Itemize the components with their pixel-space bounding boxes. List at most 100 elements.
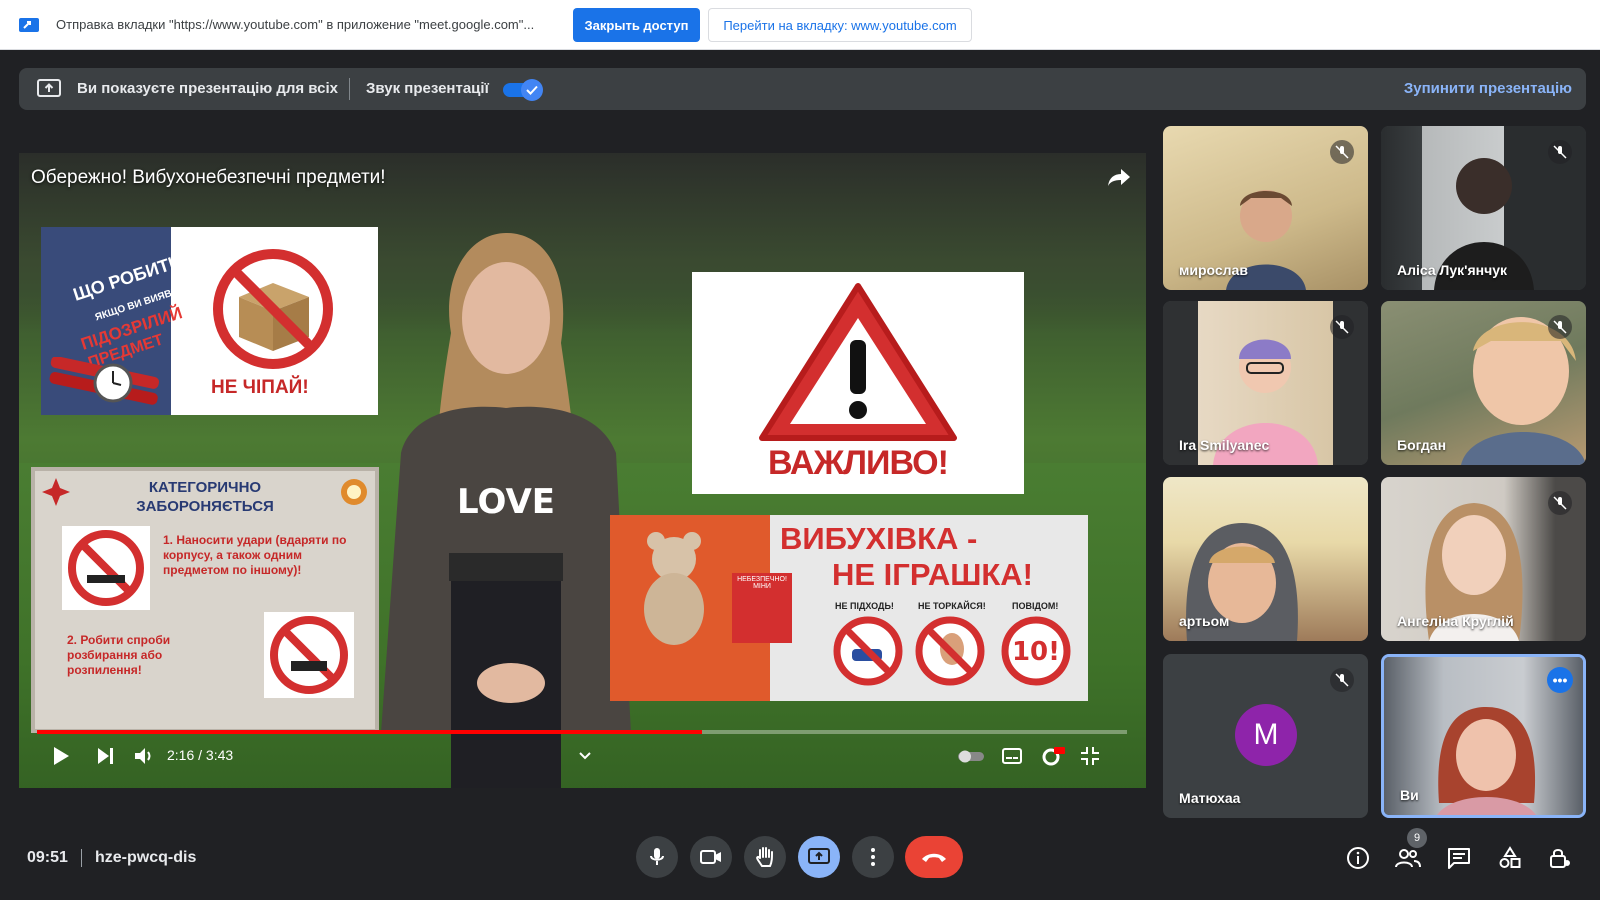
- call-101-icon: 10!: [1001, 616, 1071, 686]
- share-arrow-icon[interactable]: [1106, 165, 1132, 189]
- host-controls-button[interactable]: [1546, 844, 1574, 872]
- exit-fullscreen-icon[interactable]: [1079, 745, 1101, 767]
- participant-tile[interactable]: Ira Smilyanec: [1163, 301, 1368, 465]
- mic-off-icon: [1330, 668, 1354, 692]
- mic-off-icon: [1330, 315, 1354, 339]
- present-screen-icon: [37, 79, 61, 97]
- shared-video[interactable]: Обережно! Вибухонебезпечні предмети! ЩО …: [19, 153, 1146, 788]
- teddy-bear-icon: [644, 532, 704, 645]
- poster-explosives-not-toy: НЕБЕЗПЕЧНО! МІНИ ВИБУХІВКА - НЕ ІГРАШКА!…: [610, 515, 1088, 701]
- poster2-caption: ВАЖЛИВО!: [768, 444, 949, 482]
- more-options-icon[interactable]: •••: [1547, 667, 1573, 693]
- present-button[interactable]: [798, 836, 840, 878]
- chat-icon: [1448, 848, 1470, 869]
- participant-tile[interactable]: артьом: [1163, 477, 1368, 641]
- poster1-caption: НЕ ЧІПАЙ!: [211, 377, 309, 398]
- participant-name: Богдан: [1397, 437, 1447, 453]
- mic-off-icon: [1548, 491, 1572, 515]
- banner-divider: [349, 78, 350, 100]
- warning-triangle-icon: [759, 283, 957, 441]
- bottom-separator: [81, 849, 82, 867]
- poster4-head2: НЕ ІГРАШКА!: [832, 557, 1033, 592]
- participant-name: Ви: [1400, 787, 1419, 803]
- poster-do-not-touch: ЩО РОБИТИ, ЯКЩО ВИ ВИЯВИЛИ ПІДОЗРІЛИЙ ПР…: [41, 227, 378, 415]
- lock-person-icon: [1550, 849, 1570, 868]
- volume-icon[interactable]: [133, 745, 155, 767]
- poster3-title-line1: КАТЕГОРИЧНО: [148, 479, 262, 496]
- poster3-rule1: 1. Наносити удари (вдаряти по корпусу, а…: [163, 533, 347, 577]
- participant-name: Аліса Лук'янчук: [1397, 262, 1508, 278]
- info-icon: [1347, 847, 1369, 869]
- leave-call-button[interactable]: [905, 836, 963, 878]
- no-hitting-icon: [62, 526, 150, 610]
- participant-tile[interactable]: M Матюхаа: [1163, 654, 1368, 818]
- activities-button[interactable]: [1496, 844, 1524, 872]
- camera-button[interactable]: [690, 836, 732, 878]
- no-touch-icon: [915, 616, 985, 686]
- mic-off-icon: [1548, 315, 1572, 339]
- participant-name: артьом: [1179, 613, 1230, 629]
- next-icon[interactable]: [95, 745, 115, 767]
- mine-danger-sign: НЕБЕЗПЕЧНО! МІНИ: [732, 573, 792, 643]
- end-call-icon: [922, 853, 946, 862]
- share-status-text: Отправка вкладки "https://www.youtube.co…: [56, 17, 535, 32]
- svg-text:10!: 10!: [1012, 637, 1060, 667]
- video-progress-fill: [37, 730, 702, 734]
- meeting-details-button[interactable]: [1344, 844, 1372, 872]
- participant-tile[interactable]: Богдан: [1381, 301, 1586, 465]
- presenter-person: LOVE: [381, 233, 631, 788]
- autoplay-toggle-icon[interactable]: [956, 745, 986, 767]
- meeting-clock: 09:51: [27, 849, 68, 866]
- video-title[interactable]: Обережно! Вибухонебезпечні предмети!: [31, 167, 386, 189]
- mic-off-icon: [1330, 140, 1354, 164]
- self-view-tile[interactable]: ••• Ви: [1381, 654, 1586, 818]
- shirt-text: LOVE: [457, 482, 555, 522]
- participant-name: Ira Smilyanec: [1179, 437, 1270, 453]
- poster3-rule2: 2. Робити спроби розбирання або розпилен…: [67, 633, 171, 677]
- people-count-badge: 9: [1407, 828, 1427, 848]
- participant-tile[interactable]: Аліса Лук'янчук: [1381, 126, 1586, 290]
- close-access-button[interactable]: Закрыть доступ: [573, 8, 700, 42]
- more-options-button[interactable]: [852, 836, 894, 878]
- poster-important: ВАЖЛИВО!: [692, 272, 1024, 494]
- raise-hand-button[interactable]: [744, 836, 786, 878]
- participant-tile[interactable]: Ангеліна Круглій: [1381, 477, 1586, 641]
- mic-off-icon: [1548, 140, 1572, 164]
- meeting-code: hze-pwcq-dis: [95, 849, 197, 866]
- presentation-audio-label: Звук презентації: [366, 80, 489, 97]
- participant-figure: [1437, 707, 1536, 815]
- video-progress-bar[interactable]: [37, 730, 1127, 734]
- poster4-label3: ПОВІДОМ!: [1012, 601, 1059, 611]
- presentation-banner: Ви показуєте презентацію для всіх Звук п…: [19, 68, 1586, 110]
- poster3-title-line2: ЗАБОРОНЯЄТЬСЯ: [136, 498, 274, 515]
- people-button[interactable]: [1394, 844, 1422, 872]
- toggle-knob: [521, 79, 543, 101]
- participant-name: мирослав: [1179, 262, 1248, 278]
- presenting-status: Ви показуєте презентацію для всіх: [77, 80, 338, 97]
- participant-name: Матюхаа: [1179, 790, 1241, 806]
- participant-name: Ангеліна Круглій: [1397, 613, 1514, 629]
- poster4-head1: ВИБУХІВКА -: [780, 521, 978, 556]
- microphone-icon: [650, 848, 664, 865]
- go-to-tab-button[interactable]: Перейти на вкладку: www.youtube.com: [708, 8, 972, 42]
- video-time: 2:16 / 3:43: [167, 747, 234, 763]
- present-screen-icon: [808, 848, 830, 864]
- chevron-down-icon[interactable]: [577, 745, 593, 767]
- dynamite-clock-icon: [49, 357, 160, 405]
- subtitles-icon[interactable]: [1001, 745, 1023, 767]
- stop-presenting-button[interactable]: Зупинити презентацію: [1404, 80, 1572, 97]
- poster4-label1: НЕ ПІДХОДЬ!: [835, 601, 894, 611]
- activities-icon: [1499, 846, 1521, 868]
- participant-tile[interactable]: мирослав: [1163, 126, 1368, 290]
- play-icon[interactable]: [51, 745, 71, 767]
- prohibited-box-icon: [213, 249, 333, 369]
- poster-strictly-forbidden: КАТЕГОРИЧНО ЗАБОРОНЯЄТЬСЯ 1. Наносити уд…: [31, 467, 379, 733]
- chat-button[interactable]: [1445, 844, 1473, 872]
- no-disassembly-icon: [264, 612, 354, 698]
- check-icon: [526, 85, 538, 95]
- people-icon: [1395, 849, 1421, 868]
- tab-share-icon: [19, 18, 39, 32]
- settings-hd-icon[interactable]: [1040, 745, 1066, 767]
- microphone-button[interactable]: [636, 836, 678, 878]
- presentation-audio-toggle[interactable]: [503, 79, 543, 101]
